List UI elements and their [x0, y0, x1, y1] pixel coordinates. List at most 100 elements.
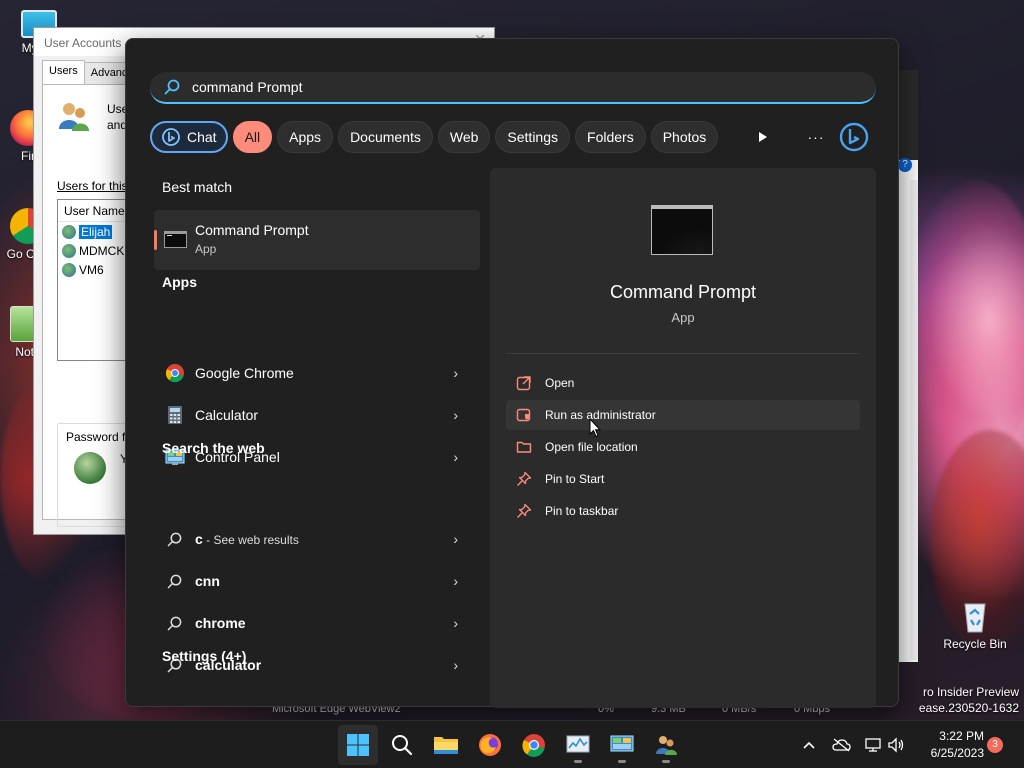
- file-explorer-button[interactable]: [426, 725, 466, 765]
- insider-preview-watermark: ro Insider Preview ease.230520-1632: [918, 685, 1019, 715]
- admin-shield-icon: [516, 408, 531, 422]
- pin-icon: [517, 503, 532, 518]
- chrome-icon: [165, 364, 184, 383]
- user-accounts-button[interactable]: [646, 725, 686, 765]
- search-box[interactable]: [150, 72, 876, 104]
- run-as-administrator-button[interactable]: Run as administrator: [506, 400, 860, 430]
- user-name: MDMCK: [79, 243, 125, 258]
- recycle-bin-icon: [964, 603, 986, 633]
- search-icon: [167, 532, 182, 546]
- web-result-item[interactable]: c - See web results ›: [154, 518, 480, 560]
- scrollbar[interactable]: [910, 180, 918, 660]
- bing-chat-icon: [162, 128, 180, 146]
- filter-all[interactable]: All: [232, 121, 273, 153]
- preview-title: Command Prompt: [609, 282, 757, 302]
- filter-apps[interactable]: Apps: [277, 121, 334, 153]
- divider: [506, 353, 860, 354]
- tab-users[interactable]: Users: [42, 60, 85, 84]
- user-icon: [62, 243, 76, 258]
- chrome-button[interactable]: [514, 725, 554, 765]
- preview-pane: Command Prompt App Open Run as administr…: [490, 168, 876, 708]
- filter-documents[interactable]: Documents: [338, 121, 433, 153]
- network-icon[interactable]: [863, 735, 883, 755]
- chevron-right-icon[interactable]: ›: [453, 573, 458, 589]
- user-name: VM6: [79, 262, 104, 277]
- desktop-icon-recycle-bin[interactable]: Recycle Bin: [939, 598, 1011, 651]
- selection-marker: [154, 230, 157, 250]
- start-button[interactable]: [338, 725, 378, 765]
- pin-to-taskbar-button[interactable]: Pin to taskbar: [506, 496, 860, 526]
- users-for-label: Users for this: [57, 179, 128, 193]
- onedrive-offline-icon[interactable]: [831, 735, 851, 755]
- chevron-right-icon[interactable]: ›: [453, 449, 458, 465]
- filter-folders[interactable]: Folders: [575, 121, 646, 153]
- more-options-button[interactable]: ···: [800, 121, 832, 153]
- chevron-up-icon[interactable]: [799, 735, 819, 755]
- filter-photos[interactable]: Photos: [650, 121, 719, 153]
- task-manager-button[interactable]: [558, 725, 598, 765]
- taskbar: 3:22 PM 6/25/2023 3: [0, 720, 1024, 768]
- app-item-google-chrome[interactable]: Google Chrome ›: [154, 352, 480, 394]
- running-indicator: [662, 760, 670, 763]
- mouse-cursor-icon: [589, 418, 601, 438]
- search-icon: [392, 735, 413, 756]
- filter-settings[interactable]: Settings: [495, 121, 571, 153]
- task-manager-icon: [566, 735, 590, 753]
- chevron-right-icon[interactable]: ›: [453, 615, 458, 631]
- user-name: Elijah: [77, 223, 114, 240]
- firefox-icon: [479, 734, 501, 756]
- best-match-item[interactable]: Command Prompt App: [154, 210, 480, 270]
- notification-badge[interactable]: 3: [987, 737, 1003, 753]
- bing-icon[interactable]: [838, 121, 870, 153]
- help-icon[interactable]: ?: [898, 158, 912, 172]
- command-prompt-icon: [164, 231, 187, 248]
- control-panel-icon: [610, 735, 634, 752]
- chevron-right-icon[interactable]: ›: [453, 365, 458, 381]
- play-more-icon[interactable]: [746, 121, 778, 153]
- chrome-icon: [522, 734, 545, 757]
- search-icon: [167, 574, 182, 588]
- search-panel: Chat All Apps Documents Web Settings Fol…: [125, 38, 899, 708]
- filter-chat[interactable]: Chat: [150, 121, 228, 153]
- chevron-right-icon[interactable]: ›: [453, 531, 458, 547]
- user-avatar-icon: [74, 452, 106, 484]
- start-icon: [347, 734, 369, 756]
- file-explorer-icon: [434, 737, 458, 754]
- pin-to-start-button[interactable]: Pin to Start: [506, 464, 860, 494]
- filter-bar: Chat All Apps Documents Web Settings Fol…: [150, 121, 723, 153]
- user-accounts-icon: [656, 736, 677, 755]
- filter-web[interactable]: Web: [437, 121, 491, 153]
- running-indicator: [574, 760, 582, 763]
- taskbar-search-button[interactable]: [382, 725, 422, 765]
- web-result-item[interactable]: chrome ›: [154, 602, 480, 644]
- clock-time: 3:22 PM: [939, 729, 984, 743]
- user-icon: [62, 224, 76, 239]
- firefox-button[interactable]: [470, 725, 510, 765]
- calculator-icon: [168, 406, 182, 424]
- best-match-heading: Best match: [162, 179, 233, 195]
- open-button[interactable]: Open: [506, 368, 860, 398]
- users-icon: [59, 103, 89, 131]
- user-icon: [62, 262, 76, 277]
- settings-heading[interactable]: Settings (4+): [162, 648, 246, 664]
- open-file-location-button[interactable]: Open file location: [506, 432, 860, 462]
- control-panel-button[interactable]: [602, 725, 642, 765]
- chevron-right-icon[interactable]: ›: [453, 407, 458, 423]
- apps-heading: Apps: [162, 274, 197, 290]
- open-external-icon: [516, 376, 531, 391]
- results-list: Best match Command Prompt App Apps Googl…: [154, 167, 480, 673]
- pin-icon: [517, 471, 532, 486]
- folder-icon: [516, 441, 532, 453]
- web-result-item[interactable]: cnn ›: [154, 560, 480, 602]
- search-the-web-heading: Search the web: [162, 440, 265, 456]
- clock[interactable]: 3:22 PM 6/25/2023: [914, 728, 984, 762]
- clock-date: 6/25/2023: [930, 746, 984, 760]
- search-icon: [167, 616, 182, 630]
- command-prompt-icon: [651, 205, 713, 255]
- volume-icon[interactable]: [886, 735, 906, 755]
- running-indicator: [618, 760, 626, 763]
- app-item-calculator[interactable]: Calculator ›: [154, 394, 480, 436]
- search-input[interactable]: [192, 79, 792, 95]
- preview-subtitle: App: [671, 310, 695, 325]
- chevron-right-icon[interactable]: ›: [453, 657, 458, 673]
